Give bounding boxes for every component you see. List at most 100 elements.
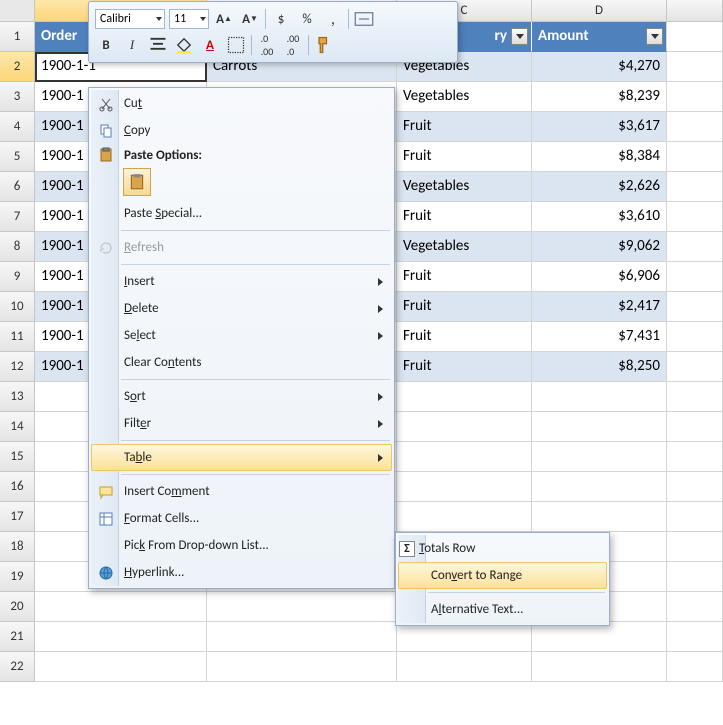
borders-button[interactable]: [225, 34, 247, 56]
cell-empty[interactable]: [35, 592, 207, 622]
menu-item-hyperlink[interactable]: Hyperlink...: [91, 559, 392, 586]
cell-amount[interactable]: $4,270: [532, 52, 667, 82]
menu-item-table[interactable]: Table: [91, 444, 392, 471]
cell-empty[interactable]: [397, 502, 532, 532]
grow-font-button[interactable]: A▲: [213, 8, 235, 30]
cell-empty[interactable]: [207, 622, 397, 652]
cell-empty[interactable]: [667, 382, 723, 412]
column-header-E[interactable]: [667, 0, 723, 21]
cell-empty[interactable]: [397, 442, 532, 472]
header-cell-amount[interactable]: Amount: [532, 22, 667, 52]
cell-empty[interactable]: [397, 382, 532, 412]
cell-amount[interactable]: $8,239: [532, 82, 667, 112]
cell-empty[interactable]: [667, 412, 723, 442]
cell-empty[interactable]: [667, 262, 723, 292]
comma-format-button[interactable]: ,: [322, 8, 344, 30]
row-header-15[interactable]: 15: [0, 442, 35, 472]
filter-button[interactable]: [511, 28, 528, 45]
row-header-16[interactable]: 16: [0, 472, 35, 502]
cell-empty[interactable]: [207, 592, 397, 622]
select-all-corner[interactable]: [0, 0, 35, 21]
font-size-combo[interactable]: 11: [169, 9, 209, 29]
menu-item-copy[interactable]: Copy: [91, 117, 392, 144]
cell-empty[interactable]: [532, 472, 667, 502]
row-header-20[interactable]: 20: [0, 592, 35, 622]
row-header-6[interactable]: 6: [0, 172, 35, 202]
menu-item-format-cells[interactable]: Format Cells...: [91, 505, 392, 532]
cell-amount[interactable]: $8,384: [532, 142, 667, 172]
cell-empty[interactable]: [35, 622, 207, 652]
row-header-8[interactable]: 8: [0, 232, 35, 262]
cell-category[interactable]: Fruit: [397, 322, 532, 352]
row-header-18[interactable]: 18: [0, 532, 35, 562]
cell-category[interactable]: Fruit: [397, 352, 532, 382]
cell-empty[interactable]: [397, 622, 532, 652]
menu-item-insert[interactable]: Insert: [91, 268, 392, 295]
row-header-5[interactable]: 5: [0, 142, 35, 172]
cell-empty[interactable]: [667, 502, 723, 532]
cell-empty[interactable]: [667, 142, 723, 172]
row-header-4[interactable]: 4: [0, 112, 35, 142]
cell-empty[interactable]: [667, 322, 723, 352]
shrink-font-button[interactable]: A▼: [239, 8, 261, 30]
cell-category[interactable]: Fruit: [397, 202, 532, 232]
cell-empty[interactable]: [532, 412, 667, 442]
cell-amount[interactable]: $8,250: [532, 352, 667, 382]
row-header-3[interactable]: 3: [0, 82, 35, 112]
cell-category[interactable]: Vegetables: [397, 172, 532, 202]
increase-decimal-button[interactable]: .0.00: [256, 34, 278, 56]
menu-item-filter[interactable]: Filter: [91, 410, 392, 437]
format-painter-button[interactable]: [313, 34, 335, 56]
cell-amount[interactable]: $3,610: [532, 202, 667, 232]
cell-amount[interactable]: $6,906: [532, 262, 667, 292]
cell-amount[interactable]: $9,062: [532, 232, 667, 262]
menu-item-insert-comment[interactable]: Insert Comment: [91, 478, 392, 505]
cell-empty[interactable]: [667, 112, 723, 142]
paste-default-button[interactable]: [123, 168, 151, 196]
cell-category[interactable]: Fruit: [397, 142, 532, 172]
menu-item-delete[interactable]: Delete: [91, 295, 392, 322]
submenu-item-convert-to-range[interactable]: Convert to Range: [398, 562, 607, 589]
row-header-21[interactable]: 21: [0, 622, 35, 652]
cell-empty[interactable]: [667, 352, 723, 382]
cell-empty[interactable]: [667, 202, 723, 232]
row-header-12[interactable]: 12: [0, 352, 35, 382]
cell-empty[interactable]: [532, 622, 667, 652]
cell-amount[interactable]: $3,617: [532, 112, 667, 142]
accounting-format-button[interactable]: $: [270, 8, 292, 30]
row-header-1[interactable]: 1: [0, 22, 35, 52]
cell-amount[interactable]: $2,417: [532, 292, 667, 322]
merge-center-button[interactable]: [353, 8, 375, 30]
cell-empty[interactable]: [532, 652, 667, 682]
cell-category[interactable]: Fruit: [397, 262, 532, 292]
cell-empty[interactable]: [667, 652, 723, 682]
menu-item-clear-contents[interactable]: Clear Contents: [91, 349, 392, 376]
cell-empty[interactable]: [667, 532, 723, 562]
cell-category[interactable]: Vegetables: [397, 82, 532, 112]
menu-item-pick-list[interactable]: Pick From Drop-down List...: [91, 532, 392, 559]
row-header-10[interactable]: 10: [0, 292, 35, 322]
cell-empty[interactable]: [667, 292, 723, 322]
cell-amount[interactable]: $2,626: [532, 172, 667, 202]
cell-category[interactable]: Fruit: [397, 292, 532, 322]
cell-amount[interactable]: $7,431: [532, 322, 667, 352]
cell-empty[interactable]: [667, 592, 723, 622]
cell-empty[interactable]: [35, 652, 207, 682]
font-color-button[interactable]: A: [199, 34, 221, 56]
italic-button[interactable]: I: [121, 34, 143, 56]
cell-empty[interactable]: [397, 412, 532, 442]
row-header-7[interactable]: 7: [0, 202, 35, 232]
cell-empty[interactable]: [667, 22, 723, 52]
menu-item-cut[interactable]: Cut: [91, 90, 392, 117]
cell-category[interactable]: Fruit: [397, 112, 532, 142]
bold-button[interactable]: B: [95, 34, 117, 56]
cell-empty[interactable]: [667, 52, 723, 82]
cell-empty[interactable]: [532, 382, 667, 412]
cell-empty[interactable]: [667, 172, 723, 202]
cell-empty[interactable]: [667, 442, 723, 472]
submenu-item-alternative-text[interactable]: Alternative Text...: [398, 596, 607, 623]
column-header-D[interactable]: D: [532, 0, 667, 21]
cell-category[interactable]: Vegetables: [397, 232, 532, 262]
row-header-2[interactable]: 2: [0, 52, 35, 82]
cell-empty[interactable]: [667, 232, 723, 262]
